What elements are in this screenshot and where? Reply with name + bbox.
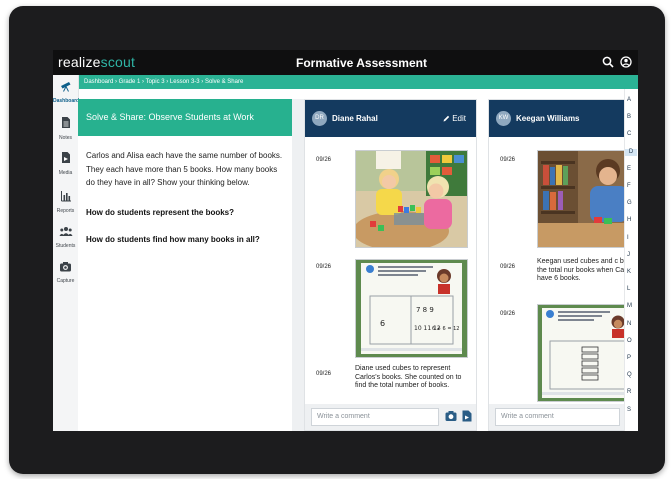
entry-date: 09/26 [316, 264, 332, 270]
student-header: KW Keegan Williams [489, 100, 638, 137]
media-icon [61, 152, 70, 163]
logo-prefix: realize [58, 54, 101, 70]
app-logo[interactable]: realizescout [58, 54, 135, 71]
comment-input[interactable]: Write a comment [495, 408, 620, 426]
alphabet-letter-n[interactable]: N [627, 321, 631, 328]
alphabet-letter-k[interactable]: K [627, 269, 631, 276]
classroom-photo[interactable] [537, 150, 638, 248]
account-icon[interactable] [620, 56, 632, 68]
entry-caption: Keegan used cubes and c by 2s to find th… [537, 258, 638, 282]
alphabet-letter-h[interactable]: H [627, 217, 631, 224]
classroom-photo[interactable] [355, 150, 468, 248]
logo-suffix: scout [100, 54, 136, 70]
alphabet-index: A B C D E F G H I J K L M N O P Q R S [624, 89, 638, 431]
app-screen: realizescout Formative Assessment Dashbo… [53, 50, 638, 431]
prompt-header: Solve & Share: Observe Students at Work [78, 99, 292, 136]
alphabet-letter-l[interactable]: L [627, 286, 630, 293]
comment-bar: Write a comment [305, 404, 476, 430]
entry-date: 09/26 [500, 311, 516, 317]
worksheet-photo[interactable]: 6 7 8 9 10 11 12 6 + 6 = 12 [355, 259, 468, 358]
prompt-panel: Solve & Share: Observe Students at Work … [78, 99, 293, 431]
rail-item-media[interactable]: Media [53, 151, 78, 176]
handwritten-number: 6 + 6 = 12 [432, 326, 459, 332]
top-bar: realizescout Formative Assessment [53, 50, 638, 75]
panel-divider [292, 99, 304, 431]
alphabet-letter-s[interactable]: S [627, 407, 631, 414]
alphabet-letter-p[interactable]: P [627, 355, 631, 362]
students-icon [59, 227, 72, 236]
alphabet-letter-r[interactable]: R [627, 389, 631, 396]
alphabet-letter-g[interactable]: G [627, 200, 632, 207]
alphabet-letter-c[interactable]: C [627, 131, 631, 138]
entry-date: 09/26 [316, 157, 332, 163]
search-icon[interactable] [602, 56, 614, 68]
pencil-icon [443, 115, 450, 122]
rail-label-dashboard: Dashboard [53, 98, 80, 104]
entry-date: 09/26 [316, 371, 332, 377]
chart-icon [60, 191, 71, 202]
boy-with-cubes-image [538, 151, 638, 247]
left-rail: Dashboard Notes Media Reports Students C… [53, 75, 79, 431]
prompt-question: How do students represent the books? [86, 208, 235, 217]
handwritten-number: 6 [380, 319, 385, 328]
breadcrumb[interactable]: Dashboard › Grade 1 › Topic 3 › Lesson 3… [84, 77, 243, 87]
rail-label-reports: Reports [56, 208, 75, 214]
prompt-question: How do students find how many books in a… [86, 235, 260, 244]
alphabet-letter-m[interactable]: M [627, 303, 632, 310]
prompt-title: Solve & Share: Observe Students at Work [86, 112, 254, 122]
comment-input[interactable]: Write a comment [311, 408, 439, 426]
alphabet-letter-a[interactable]: A [627, 97, 631, 104]
student-column-keegan: KW Keegan Williams 09/26 09/26 Keegan us… [488, 99, 638, 431]
alphabet-letter-f[interactable]: F [627, 183, 631, 190]
camera-icon[interactable] [445, 410, 457, 422]
alphabet-letter-o[interactable]: O [627, 338, 632, 345]
edit-button[interactable]: Edit [443, 113, 466, 124]
rail-item-reports[interactable]: Reports [53, 189, 78, 214]
alphabet-letter-e[interactable]: E [627, 166, 631, 173]
rail-item-notes[interactable]: Notes [53, 116, 78, 141]
rail-item-capture[interactable]: Capture [53, 259, 78, 284]
breadcrumb-bar: Dashboard › Grade 1 › Topic 3 › Lesson 3… [78, 75, 638, 89]
worksheet-image: 6 7 8 9 10 11 12 6 + 6 = 12 [356, 260, 467, 357]
alphabet-letter-q[interactable]: Q [627, 372, 632, 379]
rail-label-students: Students [55, 243, 76, 249]
worksheet-photo[interactable] [537, 304, 638, 402]
camera-icon [60, 262, 71, 272]
telescope-icon [60, 82, 70, 92]
comment-bar: Write a comment [489, 404, 638, 430]
girls-with-cubes-image [356, 151, 467, 247]
alphabet-letter-i[interactable]: I [627, 235, 629, 242]
rail-label-media: Media [58, 170, 73, 176]
rail-item-students[interactable]: Students [53, 224, 78, 249]
student-column-diane: DR Diane Rahal Edit 09/26 09/26 6 7 8 9 … [304, 99, 477, 431]
rail-label-notes: Notes [58, 135, 73, 141]
avatar: KW [496, 111, 511, 126]
edit-label: Edit [452, 114, 466, 123]
student-name[interactable]: Diane Rahal [332, 113, 378, 124]
avatar: DR [312, 111, 327, 126]
entry-date: 09/26 [500, 264, 516, 270]
rail-item-dashboard[interactable]: Dashboard [53, 79, 80, 104]
page-title: Formative Assessment [296, 56, 427, 70]
student-header: DR Diane Rahal Edit [305, 100, 476, 137]
student-name[interactable]: Keegan Williams [516, 113, 580, 124]
entry-caption: Diane used cubes to represent Carlos's b… [355, 365, 462, 389]
alphabet-letter-b[interactable]: B [627, 114, 631, 121]
alphabet-letter-j[interactable]: J [627, 252, 630, 259]
rail-label-capture: Capture [56, 278, 75, 284]
media-upload-icon[interactable] [461, 410, 473, 422]
notes-icon [61, 117, 70, 128]
handwritten-number: 7 8 9 [416, 306, 434, 314]
alphabet-letter-d[interactable]: D [625, 148, 637, 156]
worksheet-image [538, 305, 638, 401]
entry-date: 09/26 [500, 157, 516, 163]
prompt-body: Carlos and Alisa each have the same numb… [86, 151, 283, 187]
